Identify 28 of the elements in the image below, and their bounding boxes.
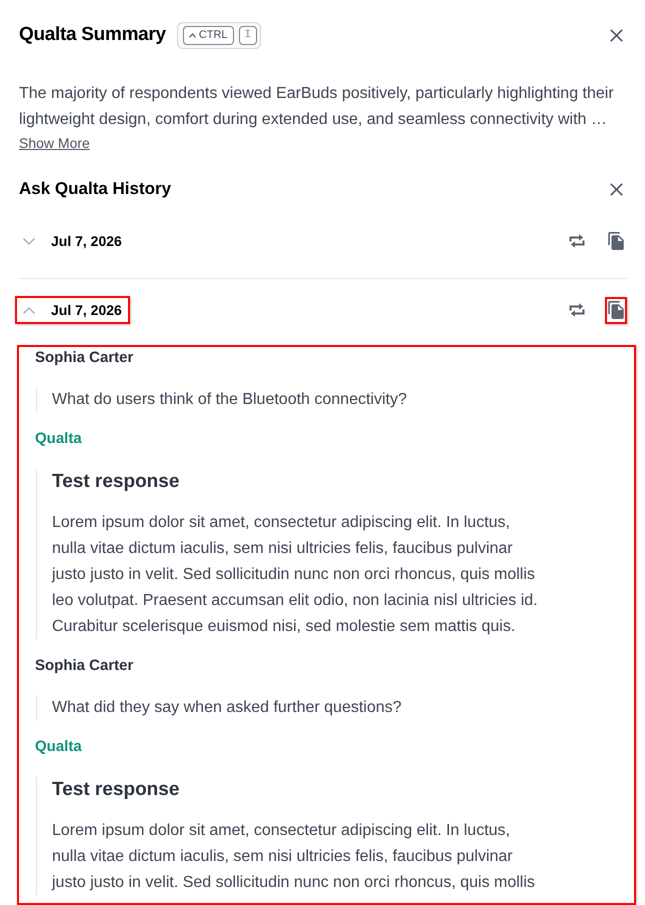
response-text: Lorem ipsum dolor sit amet, consectetur adipiscing elit. In luctus, nulla vitae dictum iaculis, sem nisi ultricies felis, faucibus pulvinar justo justo in velit. Sed sollicitudin nunc non orci rhoncus, quis mollis	[52, 821, 536, 893]
show-more-link[interactable]: Show More	[19, 133, 90, 153]
sender-name: Sophia Carter	[35, 656, 134, 676]
user-question: What did they say when asked further questions?	[36, 695, 402, 721]
copy-icon	[608, 232, 624, 250]
sender-name: Sophia Carter	[35, 348, 134, 368]
history-title: Ask Qualta History	[19, 178, 172, 200]
summary-text: The majority of respondents viewed EarBuds positively, particularly highlighting their lightweight design, comfort during extended use, and seamless connectivity with …	[19, 84, 615, 130]
close-icon	[610, 182, 623, 196]
close-icon	[610, 28, 623, 42]
key-label: CTRL	[198, 28, 228, 42]
copy-button[interactable]	[605, 296, 627, 324]
summary-title: Qualta Summary	[19, 23, 166, 47]
date-toggle[interactable]: Jul 7, 2026	[15, 296, 130, 324]
close-button[interactable]	[610, 28, 623, 42]
user-question: What do users think of the Bluetooth connectivity?	[36, 387, 407, 413]
copy-icon	[608, 301, 624, 319]
caret-up-icon	[188, 32, 196, 38]
assistant-name: Qualta	[35, 429, 82, 449]
keyboard-key: I	[238, 26, 258, 44]
repeat-icon	[569, 303, 585, 317]
repeat-icon	[569, 234, 585, 248]
response-heading: Test response	[52, 470, 180, 494]
response-heading: Test response	[52, 778, 180, 802]
assistant-name: Qualta	[35, 737, 82, 757]
response-text: Lorem ipsum dolor sit amet, consectetur adipiscing elit. In luctus, nulla vitae dictum iaculis, sem nisi ultricies felis, faucibus pulvinar justo justo in velit. Sed sollicitudin nunc non orci rhoncus, quis mollis leo volutpat. Praesent accumsan elit odio, non lacinia nisl ultricies id. Curabitur scelerisque euismod nisi, sed molestie sem mattis quis.	[52, 513, 539, 637]
close-button[interactable]	[610, 182, 623, 196]
date-toggle[interactable]: Jul 7, 2026	[15, 227, 130, 255]
